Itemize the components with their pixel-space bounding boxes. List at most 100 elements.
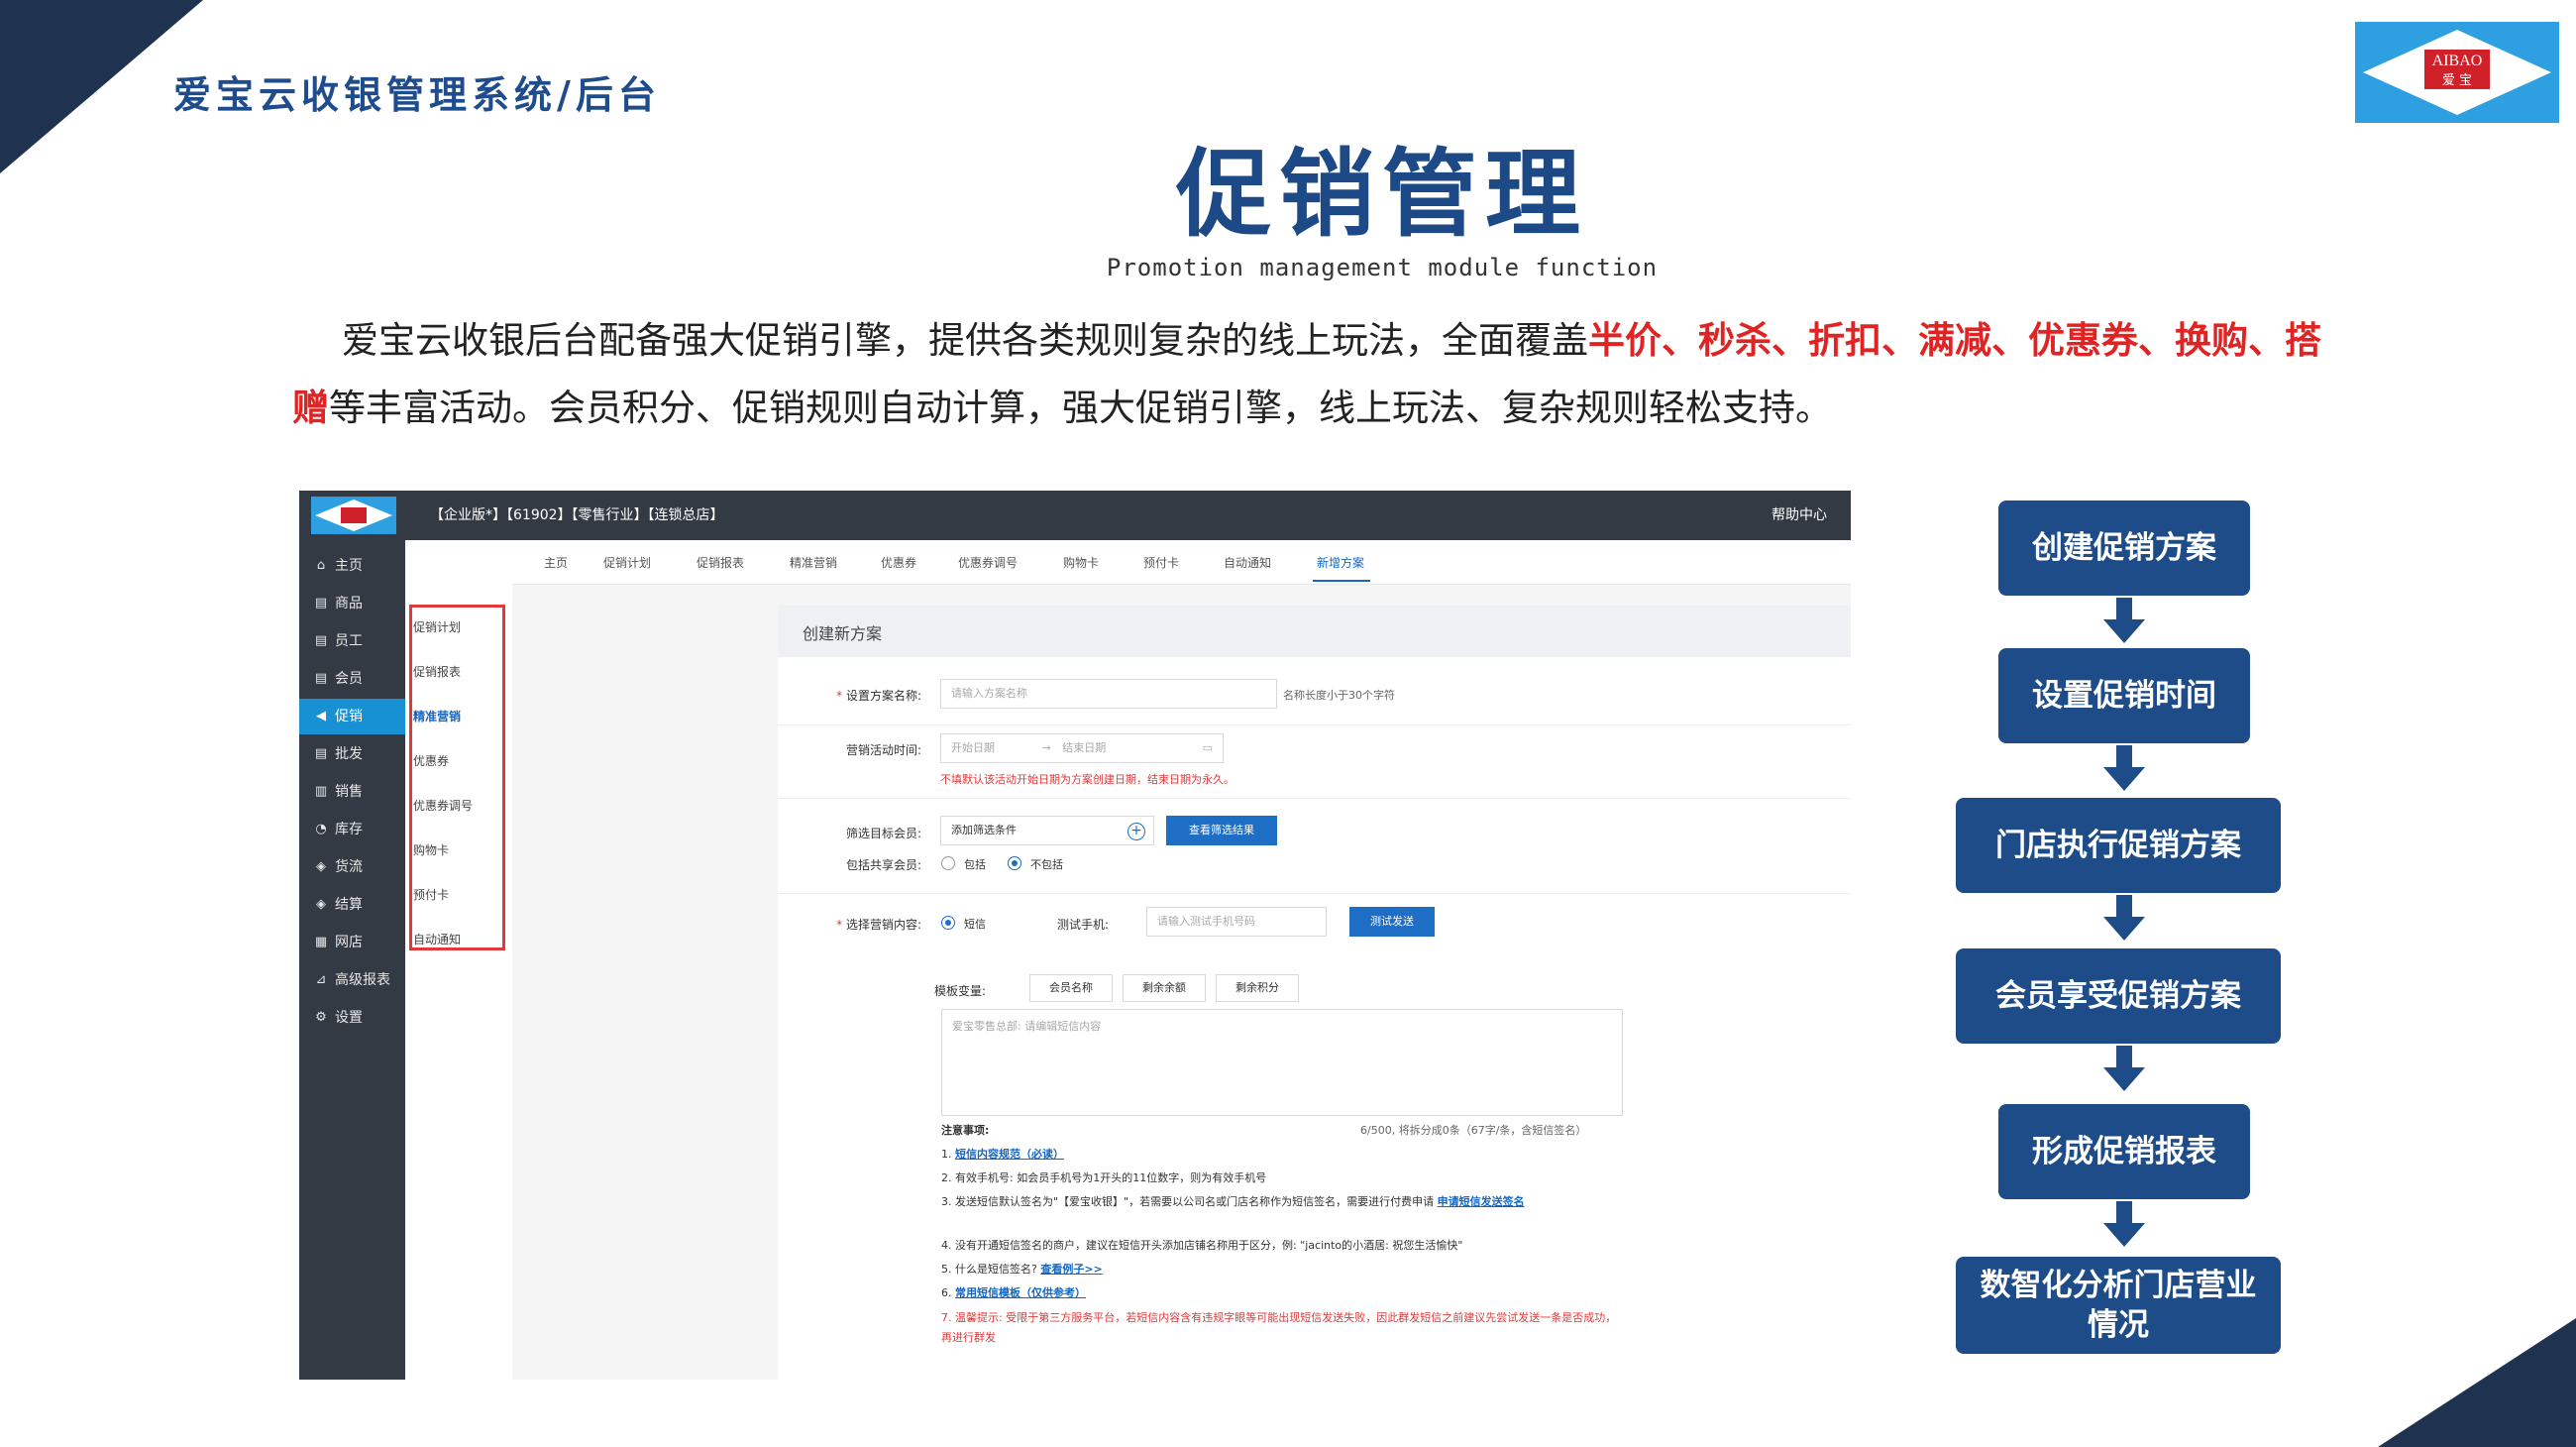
sidebar-item-sales[interactable]: ▥ 销售 [299,774,405,810]
org-info: 【企业版*】【61902】【零售行业】【连锁总店】 [430,507,724,523]
sidebar-item-settle[interactable]: ◈ 结算 [299,887,405,923]
filter-member-select[interactable]: 添加筛选条件 + [940,816,1154,845]
var-member-name-button[interactable]: 会员名称 [1029,974,1113,1002]
sidebar-item-member[interactable]: ▤ 会员 [299,661,405,697]
sms-content-textarea[interactable]: 爱宝零售总部: 请编辑短信内容 [941,1009,1623,1116]
exclude-shared-radio[interactable] [1008,856,1021,870]
sidebar-item-label: 销售 [335,784,363,800]
tab-auto-notify[interactable]: 自动通知 [1224,554,1271,571]
sidebar-item-flow[interactable]: ◈ 货流 [299,849,405,885]
exclude-label: 不包括 [1030,858,1063,871]
var-points-button[interactable]: 剩余积分 [1216,974,1299,1002]
sidebar-item-label: 会员 [335,671,363,687]
subnav-item-precision-marketing[interactable]: 精准营销 [413,708,461,724]
sms-label: 短信 [964,918,986,931]
sidebar-item-label: 员工 [335,633,363,649]
sidebar-item-staff[interactable]: ▤ 员工 [299,623,405,659]
tab-home[interactable]: 主页 [544,554,568,571]
var-balance-button[interactable]: 剩余余额 [1123,974,1206,1002]
sidebar-item-label: 设置 [335,1010,363,1026]
tab-precision-marketing[interactable]: 精准营销 [790,554,837,571]
note-1: 1. 短信内容规范（必读） [941,1148,1064,1161]
tab-coupon-adjust[interactable]: 优惠券调号 [958,554,1018,571]
subnav-item-promo-plan[interactable]: 促销计划 [413,618,461,635]
sidebar-item-goods[interactable]: ▤ 商品 [299,586,405,621]
sidebar-item-home[interactable]: ⌂ 主页 [299,548,405,584]
sidebar-item-label: 高级报表 [335,972,390,988]
subnav-item-coupon[interactable]: 优惠券 [413,752,449,769]
note-6: 6. 常用短信模板（仅供参考） [941,1286,1086,1299]
sidebar-item-wholesale[interactable]: ▤ 批发 [299,736,405,772]
share-label: 包括共享会员: [845,858,921,872]
promo-subnav: 促销计划 促销报表 精准营销 优惠券 优惠券调号 购物卡 预付卡 自动通知 [405,540,512,1380]
subnav-item-promo-report[interactable]: 促销报表 [413,663,461,680]
tab-new-plan[interactable]: 新增方案 [1317,554,1364,571]
flow-arrow-down-icon [2103,895,2145,941]
date-range-input[interactable]: 开始日期 → 结束日期 ▭ [940,733,1224,763]
sales-icon: ▥ [314,784,328,799]
test-phone-label: 测试手机: [1057,918,1110,932]
sidebar-item-label: 促销 [335,709,363,724]
member-icon: ▤ [314,671,328,686]
time-warning: 不填默认该活动开始日期为方案创建日期，结束日期为永久。 [940,773,1234,786]
template-var-label: 模板变量: [934,984,987,998]
subnav-item-prepaid-card[interactable]: 预付卡 [413,886,449,903]
subnav-item-auto-notify[interactable]: 自动通知 [413,931,461,947]
app-topbar: 【企业版*】【61902】【零售行业】【连锁总店】 帮助中心 [299,491,1851,540]
page-title: 促销管理 [1176,139,1588,250]
help-center-link[interactable]: 帮助中心 [1771,504,1827,524]
apply-signature-link[interactable]: 申请短信发送签名 [1438,1195,1525,1208]
sms-rules-link[interactable]: 短信内容规范（必读） [955,1148,1064,1161]
sidebar-item-promo[interactable]: ◀ 促销 [299,699,405,734]
tab-bar: 主页 促销计划 促销报表 精准营销 优惠券 优惠券调号 购物卡 预付卡 自动通知… [512,540,1851,585]
tab-prepaid-card[interactable]: 预付卡 [1143,554,1179,571]
goods-icon: ▤ [314,596,328,611]
start-date: 开始日期 [951,741,995,754]
filter-label: 筛选目标会员: [845,827,921,840]
note-4: 4. 没有开通短信签名的商户，建议在短信开头添加店铺名称用于区分，例: "jac… [941,1239,1463,1252]
plan-name-input[interactable]: 请输入方案名称 [940,679,1277,709]
shop-icon: ▦ [314,935,328,949]
settle-icon: ◈ [316,897,326,912]
intro-text-1: 爱宝云收银后台配备强大促销引擎，提供各类规则复杂的线上玩法，全面覆盖 [342,319,1588,362]
sms-radio[interactable] [941,916,955,930]
tab-promo-report[interactable]: 促销报表 [697,554,744,571]
add-filter-icon: + [1127,823,1145,840]
sidebar-item-label: 结算 [335,897,363,913]
page-subtitle: Promotion management module function [1106,254,1659,281]
sidebar-item-shop[interactable]: ▦ 网店 [299,925,405,960]
note-3: 3. 发送短信默认签名为"【爱宝收银】"，若需要以公司名或门店名称作为短信签名，… [941,1195,1525,1208]
sms-template-link[interactable]: 常用短信模板（仅供参考） [955,1286,1086,1299]
home-icon: ⌂ [316,558,326,573]
brand-title: 爱宝云收银管理系统/后台 [173,73,661,117]
flow-step-store-execute: 门店执行促销方案 [1956,798,2281,893]
sidebar-item-settings[interactable]: ⚙ 设置 [299,1000,405,1036]
tab-shopping-card[interactable]: 购物卡 [1063,554,1099,571]
flow-step-create-plan: 创建促销方案 [1998,501,2250,596]
intro-paragraph: 爱宝云收银后台配备强大促销引擎，提供各类规则复杂的线上玩法，全面覆盖半价、秒杀、… [292,307,2333,442]
stock-icon: ◔ [315,822,327,836]
corner-decoration-bottom-right [2378,1318,2576,1447]
subnav-item-coupon-adjust[interactable]: 优惠券调号 [413,797,473,814]
tab-coupon[interactable]: 优惠券 [881,554,916,571]
flow-arrow-down-icon [2103,1046,2145,1091]
note-7: 7. 温馨提示: 受限于第三方服务平台，若短信内容含有违规字眼等可能出现短信发送… [941,1311,1617,1344]
view-filter-result-button[interactable]: 查看筛选结果 [1166,816,1277,845]
sms-count: 6/500, 将拆分成0条（67字/条，含短信签名） [1360,1124,1587,1137]
sidebar-item-stock[interactable]: ◔ 库存 [299,812,405,847]
active-tab-indicator [1313,580,1370,582]
flow-step-set-time: 设置促销时间 [1998,648,2250,743]
form-header: 创建新方案 [778,606,1851,657]
include-shared-radio[interactable] [941,856,955,870]
view-example-link[interactable]: 查看例子>> [1040,1263,1102,1276]
promo-icon: ◀ [316,709,326,724]
settings-icon: ⚙ [315,1010,327,1025]
sidebar-item-report[interactable]: ⊿ 高级报表 [299,962,405,998]
tab-promo-plan[interactable]: 促销计划 [603,554,651,571]
app-logo[interactable] [311,497,396,534]
flow-step-report: 形成促销报表 [1998,1104,2250,1199]
test-send-button[interactable]: 测试发送 [1349,907,1435,937]
test-phone-input[interactable]: 请输入测试手机号码 [1146,907,1327,937]
notes-title: 注意事项: [941,1124,990,1137]
subnav-item-shopping-card[interactable]: 购物卡 [413,841,449,858]
